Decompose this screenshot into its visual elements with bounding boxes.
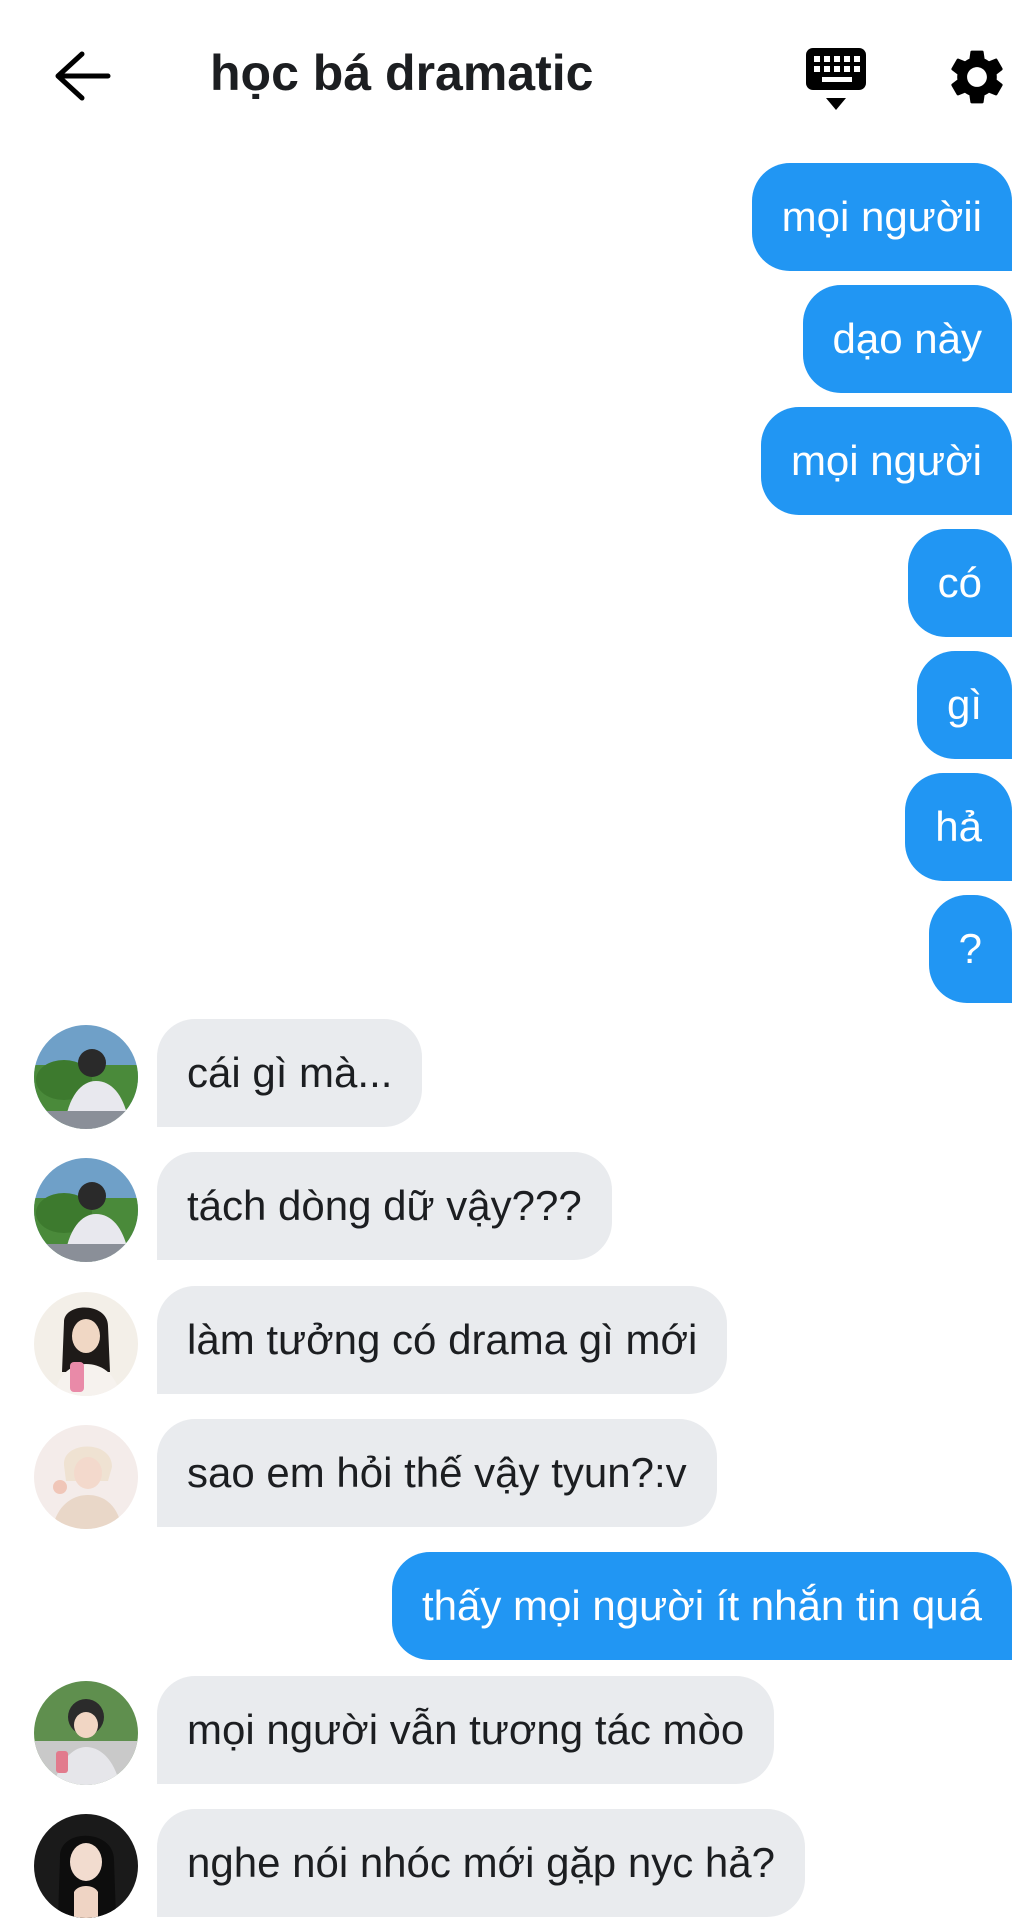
message-bubble-incoming[interactable]: cái gì mà... [157, 1019, 423, 1127]
chat-header: học bá dramatic [0, 0, 1026, 150]
message-bubble-incoming[interactable]: mọi người vẫn tương tác mòo [157, 1676, 775, 1784]
message-bubble-incoming[interactable]: sao em hỏi thế vậy tyun?:v [157, 1419, 717, 1527]
avatar[interactable] [34, 1025, 138, 1129]
message-bubble-outgoing[interactable]: dạo này [802, 285, 1012, 393]
message-bubble-outgoing[interactable]: ? [928, 895, 1012, 1003]
keyboard-icon [806, 48, 866, 110]
message-bubble-incoming[interactable]: tách dòng dữ vậy??? [157, 1152, 612, 1260]
message-bubble-incoming[interactable]: nghe nói nhóc mới gặp nyc hả? [157, 1809, 805, 1917]
message-bubble-outgoing[interactable]: hả [905, 773, 1012, 881]
message-bubble-outgoing[interactable]: thấy mọi người ít nhắn tin quá [392, 1552, 1012, 1660]
message-bubble-outgoing[interactable]: mọi người [760, 407, 1012, 515]
back-button[interactable] [48, 46, 118, 106]
avatar[interactable] [34, 1292, 138, 1396]
message-bubble-incoming[interactable]: làm tưởng có drama gì mới [157, 1286, 728, 1394]
keyboard-button[interactable] [802, 44, 872, 112]
settings-button[interactable] [944, 44, 1010, 110]
message-bubble-outgoing[interactable]: gì [916, 651, 1012, 759]
avatar[interactable] [34, 1158, 138, 1262]
avatar[interactable] [34, 1681, 138, 1785]
gear-icon [951, 50, 1003, 104]
chat-title: học bá dramatic [210, 45, 594, 101]
message-bubble-outgoing[interactable]: có [907, 529, 1012, 637]
message-bubble-outgoing[interactable]: mọi ngườii [751, 163, 1012, 271]
arrow-left-icon [55, 51, 111, 101]
avatar[interactable] [34, 1814, 138, 1918]
avatar[interactable] [34, 1425, 138, 1529]
